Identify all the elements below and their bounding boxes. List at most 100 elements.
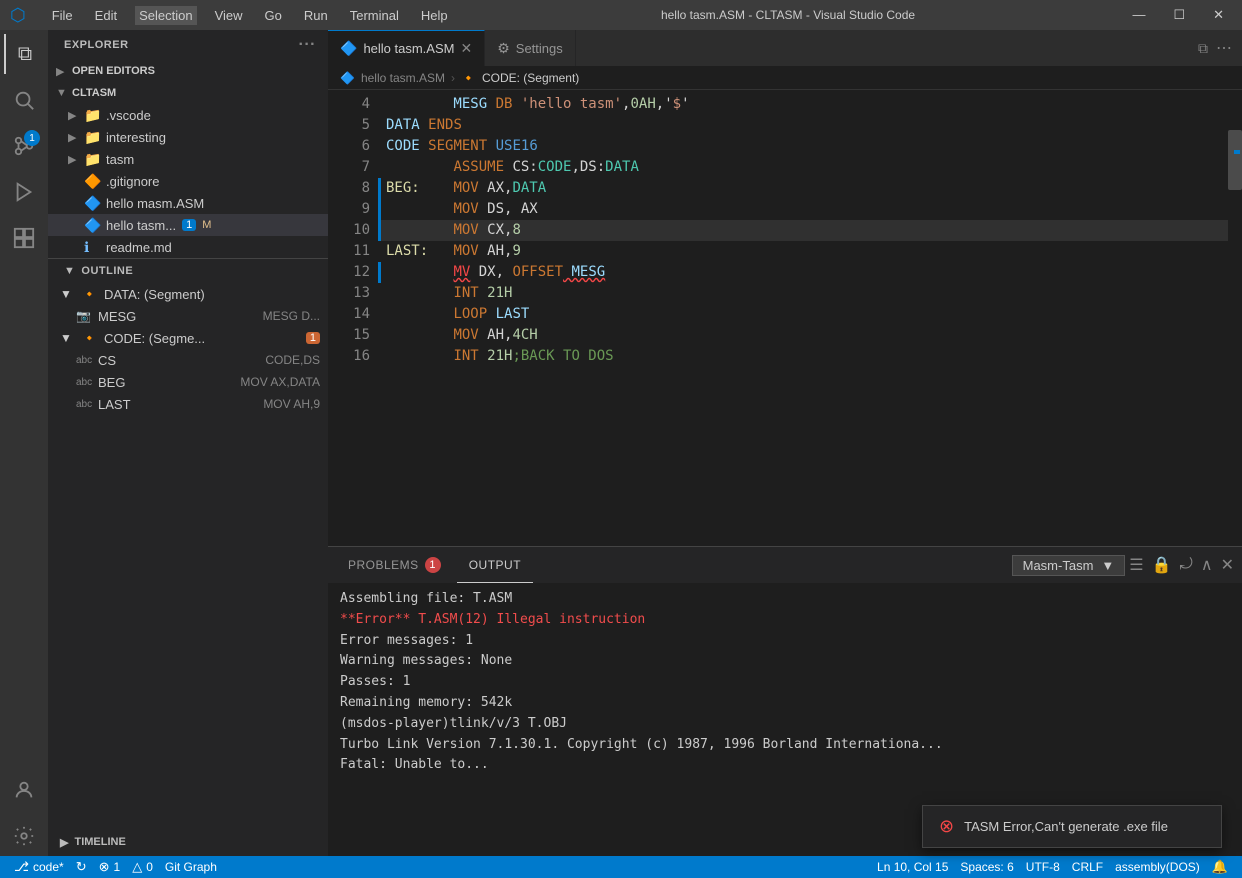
code-line-14: LOOP LAST bbox=[378, 304, 1228, 325]
sidebar-item-readme[interactable]: ℹ readme.md bbox=[48, 236, 328, 258]
status-git-graph[interactable]: Git Graph bbox=[159, 856, 223, 878]
file-error-badge: 1 bbox=[182, 219, 196, 231]
status-bar: ⎇ code* ↻ ⊗ 1 △ 0 Git Graph Ln 10, Col 1… bbox=[0, 856, 1242, 878]
menu-terminal[interactable]: Terminal bbox=[346, 6, 403, 25]
error-icon: ⊗ bbox=[99, 859, 110, 875]
scm-activity-icon[interactable]: 1 bbox=[4, 126, 44, 166]
close-button[interactable]: ✕ bbox=[1205, 5, 1232, 25]
code-line-4: MESG DB 'hello tasm' , 0AH ,' $ ' bbox=[378, 94, 1228, 115]
problems-tab[interactable]: PROBLEMS 1 bbox=[336, 547, 453, 583]
tab-close-button[interactable]: ✕ bbox=[460, 40, 472, 57]
status-line-ending[interactable]: CRLF bbox=[1066, 856, 1109, 878]
menu-edit[interactable]: Edit bbox=[91, 6, 121, 25]
outline-data-segment[interactable]: ▼ 🔸 DATA: (Segment) bbox=[48, 283, 328, 305]
notification-text: TASM Error,Can't generate .exe file bbox=[964, 819, 1168, 834]
spaces-label: Spaces: 6 bbox=[960, 860, 1013, 874]
notification-error-icon: ⊗ bbox=[939, 816, 954, 837]
explorer-header: EXPLORER ··· bbox=[48, 30, 328, 60]
status-warnings[interactable]: △ 0 bbox=[126, 856, 159, 878]
editor-scrollbar[interactable] bbox=[1228, 90, 1242, 546]
menu-help[interactable]: Help bbox=[417, 6, 452, 25]
file-modified-indicator: M bbox=[202, 219, 211, 231]
sidebar-item-interesting[interactable]: ▶ 📁 interesting bbox=[48, 126, 328, 148]
outline-header[interactable]: ▼ OUTLINE bbox=[48, 259, 328, 283]
outline-last[interactable]: abc LAST MOV AH,9 bbox=[48, 393, 328, 415]
output-line-6: Remaining memory: 542k bbox=[340, 693, 1230, 714]
status-spaces[interactable]: Spaces: 6 bbox=[954, 856, 1019, 878]
tab-settings-label: Settings bbox=[516, 41, 563, 56]
sidebar-item-gitignore[interactable]: 🔶 .gitignore bbox=[48, 170, 328, 192]
error-notification[interactable]: ⊗ TASM Error,Can't generate .exe file bbox=[922, 805, 1222, 848]
sidebar-item-vscode[interactable]: ▶ 📁 .vscode bbox=[48, 104, 328, 126]
sidebar-item-hello-tasm[interactable]: 🔷 hello tasm... 1 M bbox=[48, 214, 328, 236]
status-encoding[interactable]: UTF-8 bbox=[1020, 856, 1066, 878]
status-notifications[interactable]: 🔔 bbox=[1206, 856, 1234, 878]
editor-area: 🔷 hello tasm.ASM ✕ ⚙ Settings ⧉ ⋯ 🔷 hell… bbox=[328, 30, 1242, 856]
status-branch[interactable]: ⎇ code* bbox=[8, 856, 70, 878]
code-line-8: BEG: MOV AX, DATA bbox=[378, 178, 1228, 199]
project-root[interactable]: ▼ CLTASM bbox=[48, 82, 328, 104]
problems-tab-label: PROBLEMS bbox=[348, 558, 419, 572]
menu-file[interactable]: File bbox=[48, 6, 77, 25]
menu-go[interactable]: Go bbox=[261, 6, 286, 25]
squiggle-mesg: MESG bbox=[563, 262, 605, 283]
tab-hello-tasm[interactable]: 🔷 hello tasm.ASM ✕ bbox=[328, 30, 485, 66]
bell-icon: 🔔 bbox=[1212, 859, 1228, 875]
breadcrumb-file-icon: 🔷 bbox=[340, 71, 355, 85]
explorer-more-button[interactable]: ··· bbox=[299, 36, 316, 54]
outline-code-segment[interactable]: ▼ 🔸 CODE: (Segme... 1 bbox=[48, 327, 328, 349]
more-tab-actions-icon[interactable]: ⋯ bbox=[1216, 38, 1232, 58]
timeline-header[interactable]: ▶ TIMELINE bbox=[48, 828, 328, 856]
menu-view[interactable]: View bbox=[211, 6, 247, 25]
code-content[interactable]: MESG DB 'hello tasm' , 0AH ,' $ ' DATA E… bbox=[378, 90, 1228, 546]
sidebar-item-hello-masm[interactable]: 🔷 hello masm.ASM bbox=[48, 192, 328, 214]
squiggle-mv: MV bbox=[453, 262, 470, 283]
split-editor-icon[interactable]: ⧉ bbox=[1198, 40, 1208, 57]
menu-selection[interactable]: Selection bbox=[135, 6, 196, 25]
breadcrumb-file-label[interactable]: hello tasm.ASM bbox=[361, 71, 445, 85]
open-editors-section[interactable]: ▶ OPEN EDITORS bbox=[48, 60, 328, 82]
panel-lock-icon[interactable]: 🔒 bbox=[1152, 555, 1172, 575]
code-segment-icon: 🔸 bbox=[82, 331, 100, 345]
tab-settings[interactable]: ⚙ Settings bbox=[485, 30, 576, 66]
outline-mesg[interactable]: 📷 MESG MESG D... bbox=[48, 305, 328, 327]
output-tab-label: OUTPUT bbox=[469, 558, 521, 572]
panel-filter-icon[interactable]: ☰ bbox=[1129, 555, 1143, 575]
outline-beg[interactable]: abc BEG MOV AX,DATA bbox=[48, 371, 328, 393]
status-language[interactable]: assembly(DOS) bbox=[1109, 856, 1206, 878]
output-line-4: Warning messages: None bbox=[340, 651, 1230, 672]
code-line-6: CODE SEGMENT USE16 bbox=[378, 136, 1228, 157]
menu-run[interactable]: Run bbox=[300, 6, 332, 25]
status-cursor-position[interactable]: Ln 10, Col 15 bbox=[871, 856, 954, 878]
outline-cs[interactable]: abc CS CODE,DS bbox=[48, 349, 328, 371]
search-activity-icon[interactable] bbox=[4, 80, 44, 120]
error-count: 1 bbox=[114, 860, 121, 874]
explorer-activity-icon[interactable]: ⧉ bbox=[4, 34, 44, 74]
run-activity-icon[interactable] bbox=[4, 172, 44, 212]
maximize-button[interactable]: ☐ bbox=[1165, 5, 1193, 25]
sidebar-item-tasm[interactable]: ▶ 📁 tasm bbox=[48, 148, 328, 170]
minimize-button[interactable]: — bbox=[1124, 5, 1153, 25]
scrollbar-highlight bbox=[1234, 150, 1240, 154]
accounts-activity-icon[interactable] bbox=[4, 770, 44, 810]
breadcrumb-segment-label[interactable]: CODE: (Segment) bbox=[482, 71, 579, 85]
panel-clear-icon[interactable]: ⤾ bbox=[1180, 556, 1193, 574]
output-line-8: Turbo Link Version 7.1.30.1. Copyright (… bbox=[340, 735, 1230, 756]
output-tab[interactable]: OUTPUT bbox=[457, 547, 533, 583]
interesting-chevron-icon: ▶ bbox=[68, 131, 84, 144]
settings-activity-icon[interactable] bbox=[4, 816, 44, 856]
panel-close-icon[interactable]: ✕ bbox=[1221, 555, 1234, 575]
panel-source-dropdown[interactable]: Masm-Tasm ▼ bbox=[1012, 555, 1126, 576]
code-editor[interactable]: 4 5 6 7 8 9 10 11 12 13 14 15 16 bbox=[328, 90, 1242, 546]
scrollbar-thumb[interactable] bbox=[1228, 130, 1242, 190]
code-error-badge: 1 bbox=[306, 332, 320, 344]
editor-tabs: 🔷 hello tasm.ASM ✕ ⚙ Settings ⧉ ⋯ bbox=[328, 30, 1242, 66]
panel-collapse-icon[interactable]: ∧ bbox=[1201, 555, 1213, 575]
code-line-12: MV DX, OFFSET MESG bbox=[378, 262, 1228, 283]
status-errors[interactable]: ⊗ 1 bbox=[93, 856, 127, 878]
extensions-activity-icon[interactable] bbox=[4, 218, 44, 258]
status-sync[interactable]: ↻ bbox=[70, 856, 93, 878]
tasm-chevron-icon: ▶ bbox=[68, 153, 84, 166]
window-controls: — ☐ ✕ bbox=[1124, 5, 1232, 25]
panel-actions: ☰ 🔒 ⤾ ∧ ✕ bbox=[1129, 555, 1234, 575]
